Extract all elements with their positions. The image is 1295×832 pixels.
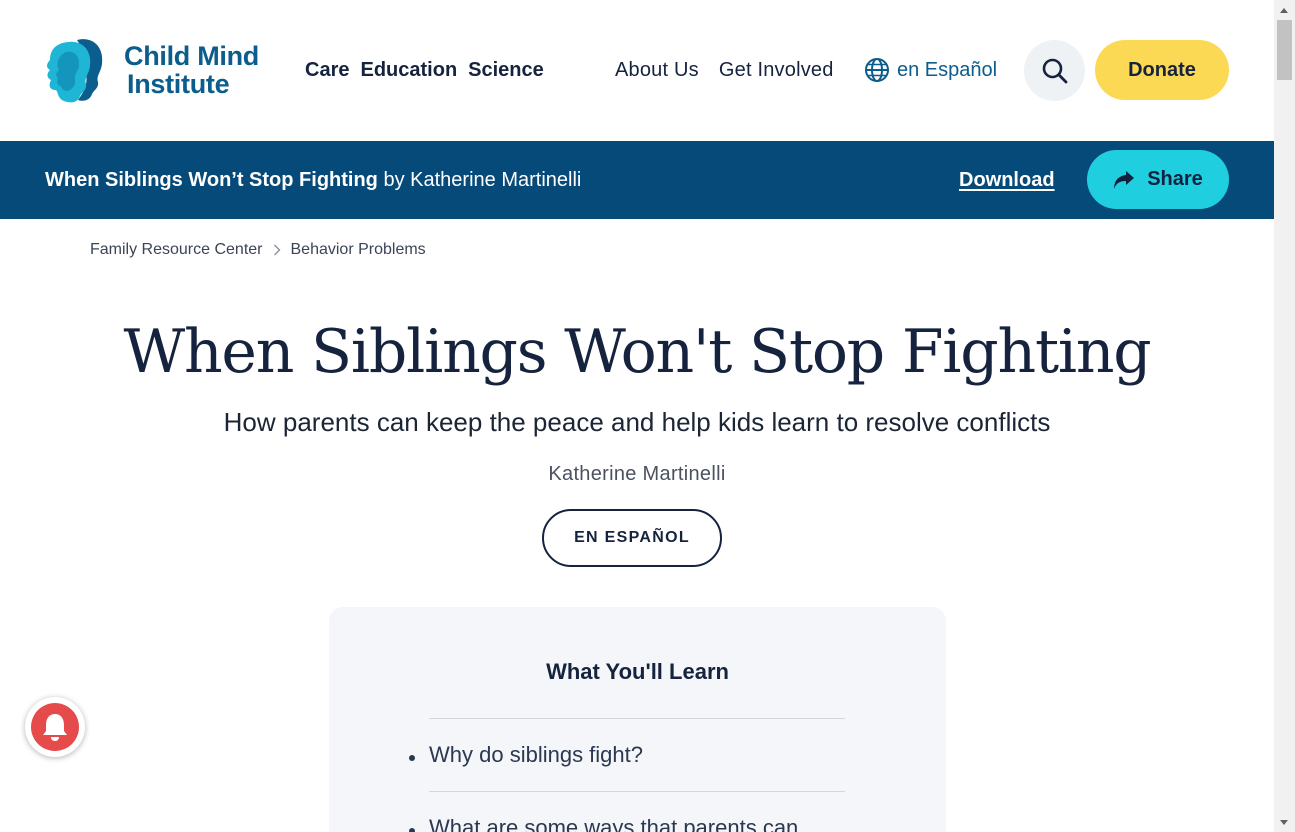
donate-button[interactable]: Donate [1095, 40, 1229, 100]
what-youll-learn-box: What You'll Learn Why do siblings fight?… [329, 607, 946, 832]
secondary-nav: About Us Get Involved [615, 58, 834, 82]
globe-icon [865, 58, 889, 82]
nav-science[interactable]: Science [468, 58, 544, 82]
language-link[interactable]: en Español [864, 57, 997, 83]
en-espanol-button[interactable]: EN ESPAÑOL [542, 509, 722, 567]
primary-nav: Care Education Science [305, 58, 544, 82]
share-button-label: Share [1147, 168, 1203, 190]
page-title: When Siblings Won't Stop Fighting [123, 317, 1151, 387]
share-arrow-icon [1114, 170, 1135, 189]
article-bar-title-text: When Siblings Won’t Stop Fighting [45, 169, 378, 191]
nav-get-involved[interactable]: Get Involved [719, 58, 834, 82]
scroll-down-arrow-icon[interactable] [1280, 820, 1288, 825]
logo-wordmark: Child Mind Institute [124, 42, 259, 98]
learn-list: Why do siblings fight? What are some way… [409, 718, 845, 832]
learn-list-item[interactable]: What are some ways that parents can [409, 791, 845, 832]
scroll-up-arrow-icon[interactable] [1280, 8, 1288, 13]
bell-icon [43, 714, 67, 741]
page-subtitle: How parents can keep the peace and help … [223, 407, 1051, 437]
search-icon [1042, 58, 1067, 83]
breadcrumb: Family Resource Center Behavior Problems [90, 241, 426, 259]
learn-list-item[interactable]: Why do siblings fight? [409, 718, 845, 791]
learn-heading: What You'll Learn [546, 659, 729, 684]
site-header: Child Mind Institute Care Education Scie… [0, 0, 1274, 141]
share-button[interactable]: Share [1087, 150, 1229, 209]
article-sticky-bar: When Siblings Won’t Stop Fighting by Kat… [0, 141, 1274, 219]
nav-care[interactable]: Care [305, 58, 349, 82]
logo-mark-icon [47, 39, 103, 103]
scrollbar-thumb[interactable] [1277, 20, 1292, 80]
language-link-label: en Español [897, 59, 998, 81]
bell-badge [31, 703, 79, 751]
article-bar-byline: by Katherine Martinelli [383, 169, 582, 191]
search-button[interactable] [1024, 40, 1085, 101]
page-scrollbar[interactable] [1274, 0, 1295, 832]
chevron-right-icon [273, 244, 280, 256]
author-link[interactable]: Katherine Martinelli [0, 463, 1274, 486]
breadcrumb-family-resource-center[interactable]: Family Resource Center [90, 241, 263, 259]
logo-link[interactable]: Child Mind Institute [44, 36, 284, 106]
logo-line-2: Institute [127, 69, 230, 99]
breadcrumb-behavior-problems[interactable]: Behavior Problems [291, 241, 426, 259]
notification-bell-button[interactable] [25, 697, 85, 757]
logo-line-1: Child Mind [124, 41, 259, 71]
article-bar-title: When Siblings Won’t Stop Fighting by Kat… [45, 168, 581, 192]
nav-about-us[interactable]: About Us [615, 58, 699, 82]
nav-education[interactable]: Education [360, 58, 457, 82]
download-link[interactable]: Download [959, 168, 1055, 192]
